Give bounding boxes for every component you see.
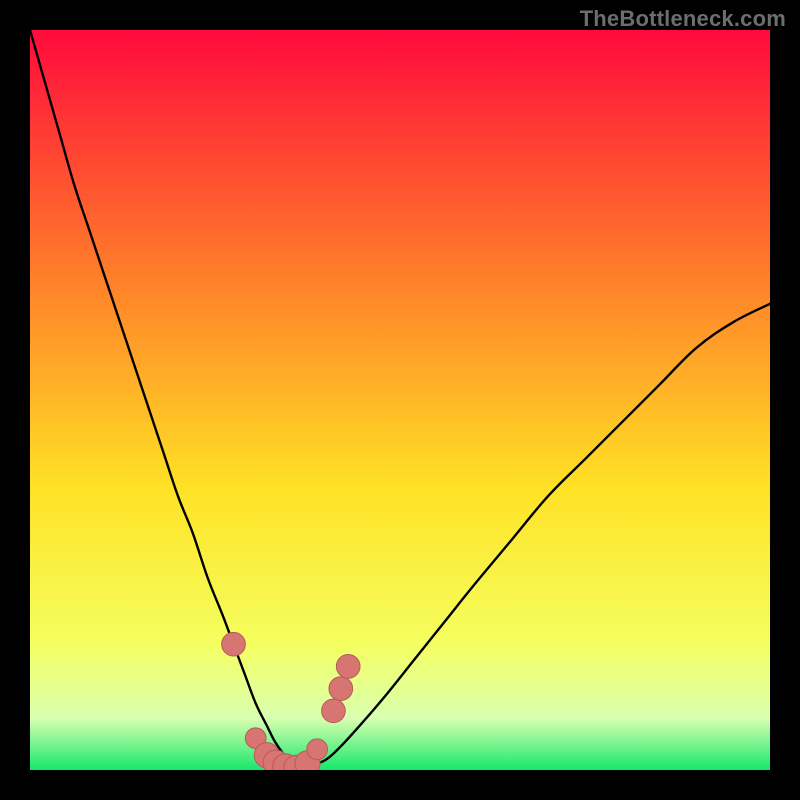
- chart-frame: TheBottleneck.com: [0, 0, 800, 800]
- curve-marker: [222, 632, 246, 656]
- watermark-text: TheBottleneck.com: [580, 6, 786, 32]
- curve-marker: [336, 655, 360, 679]
- bottleneck-chart: [30, 30, 770, 770]
- curve-marker: [329, 677, 353, 701]
- curve-marker: [322, 699, 346, 723]
- curve-marker: [307, 739, 328, 760]
- plot-area: [30, 30, 770, 770]
- gradient-background: [30, 30, 770, 770]
